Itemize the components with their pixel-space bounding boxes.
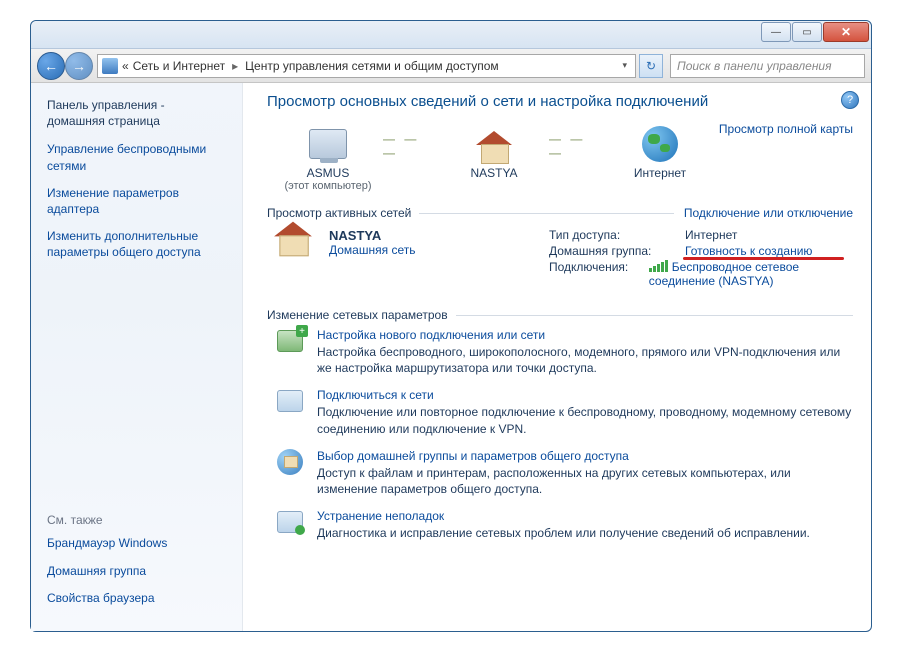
sidebar-home-link[interactable]: Панель управления -домашняя страница — [47, 97, 226, 129]
change-settings-header: Изменение сетевых параметров — [267, 308, 448, 322]
connection-line-1: — — — — [383, 126, 439, 166]
new-connection-icon — [277, 330, 303, 352]
control-panel-icon — [102, 58, 118, 74]
house-icon — [274, 222, 312, 237]
close-button[interactable]: ✕ — [823, 22, 869, 42]
node-internet[interactable]: Интернет — [605, 124, 715, 180]
active-network-panel: NASTYA Домашняя сеть Тип доступа: Интерн… — [267, 226, 853, 304]
label-homegroup: Домашняя группа: — [549, 244, 685, 258]
chevron-right-icon[interactable]: ▸ — [229, 59, 241, 73]
wifi-signal-icon — [649, 260, 668, 272]
task-troubleshoot[interactable]: Устранение неполадокДиагностика и исправ… — [275, 509, 853, 541]
control-panel-window: — ▭ ✕ ← → « Сеть и Интернет ▸ Центр упра… — [30, 20, 872, 632]
network-name: NASTYA — [329, 228, 415, 243]
connection-link[interactable]: Беспроводное сетевое соединение (NASTYA) — [649, 260, 799, 288]
troubleshoot-icon — [277, 511, 303, 533]
homegroup-ready-link[interactable]: Готовность к созданию — [685, 244, 812, 258]
connection-line-2: — — — — [549, 126, 605, 166]
address-bar[interactable]: « Сеть и Интернет ▸ Центр управления сет… — [97, 54, 636, 78]
label-access-type: Тип доступа: — [549, 228, 685, 242]
sidebar-also-firewall[interactable]: Брандмауэр Windows — [47, 535, 226, 551]
network-type-link[interactable]: Домашняя сеть — [329, 243, 415, 257]
sidebar-item-wireless[interactable]: Управление беспроводными сетями — [47, 141, 226, 173]
view-full-map-link[interactable]: Просмотр полной карты — [719, 122, 853, 136]
titlebar: — ▭ ✕ — [31, 21, 871, 49]
homegroup-icon — [277, 449, 303, 475]
minimize-button[interactable]: — — [761, 22, 791, 42]
address-dropdown-icon[interactable]: ▾ — [618, 60, 631, 71]
sidebar: Панель управления -домашняя страница Упр… — [31, 83, 243, 631]
main-content: ? Просмотр основных сведений о сети и на… — [243, 83, 871, 631]
sidebar-also-browser[interactable]: Свойства браузера — [47, 590, 226, 606]
task-homegroup-sharing[interactable]: Выбор домашней группы и параметров общег… — [275, 449, 853, 497]
sidebar-also-homegroup[interactable]: Домашняя группа — [47, 563, 226, 579]
node-network[interactable]: NASTYA — [439, 124, 549, 180]
page-title: Просмотр основных сведений о сети и наст… — [267, 93, 853, 110]
task-new-connection[interactable]: Настройка нового подключения или сетиНас… — [275, 328, 853, 376]
nav-back-button[interactable]: ← — [37, 52, 65, 80]
task-connect-network[interactable]: Подключиться к сетиПодключение или повто… — [275, 388, 853, 436]
connect-icon — [277, 390, 303, 412]
search-input[interactable]: Поиск в панели управления — [670, 54, 865, 78]
breadcrumb-2[interactable]: Центр управления сетями и общим доступом — [245, 59, 499, 73]
label-connections: Подключения: — [549, 260, 649, 288]
active-networks-header: Просмотр активных сетей — [267, 206, 411, 220]
connect-disconnect-link[interactable]: Подключение или отключение — [684, 206, 853, 220]
sidebar-item-adapter[interactable]: Изменение параметров адаптера — [47, 185, 226, 217]
see-also-header: См. также — [47, 513, 226, 527]
nav-forward-button[interactable]: → — [65, 52, 93, 80]
refresh-button[interactable]: ↻ — [639, 54, 663, 78]
breadcrumb-prefix: « — [122, 59, 129, 73]
house-icon — [476, 131, 512, 145]
help-icon[interactable]: ? — [841, 91, 859, 109]
value-access-type: Интернет — [685, 228, 737, 242]
computer-icon — [309, 129, 347, 159]
search-placeholder: Поиск в панели управления — [677, 59, 832, 73]
network-map: Просмотр полной карты ASMUS (этот компью… — [267, 122, 853, 202]
breadcrumb-1[interactable]: Сеть и Интернет — [133, 59, 225, 73]
globe-icon — [642, 126, 678, 162]
maximize-button[interactable]: ▭ — [792, 22, 822, 42]
navigation-bar: ← → « Сеть и Интернет ▸ Центр управления… — [31, 49, 871, 83]
sidebar-item-sharing[interactable]: Изменить дополнительные параметры общего… — [47, 228, 226, 260]
node-this-pc[interactable]: ASMUS (этот компьютер) — [273, 124, 383, 192]
